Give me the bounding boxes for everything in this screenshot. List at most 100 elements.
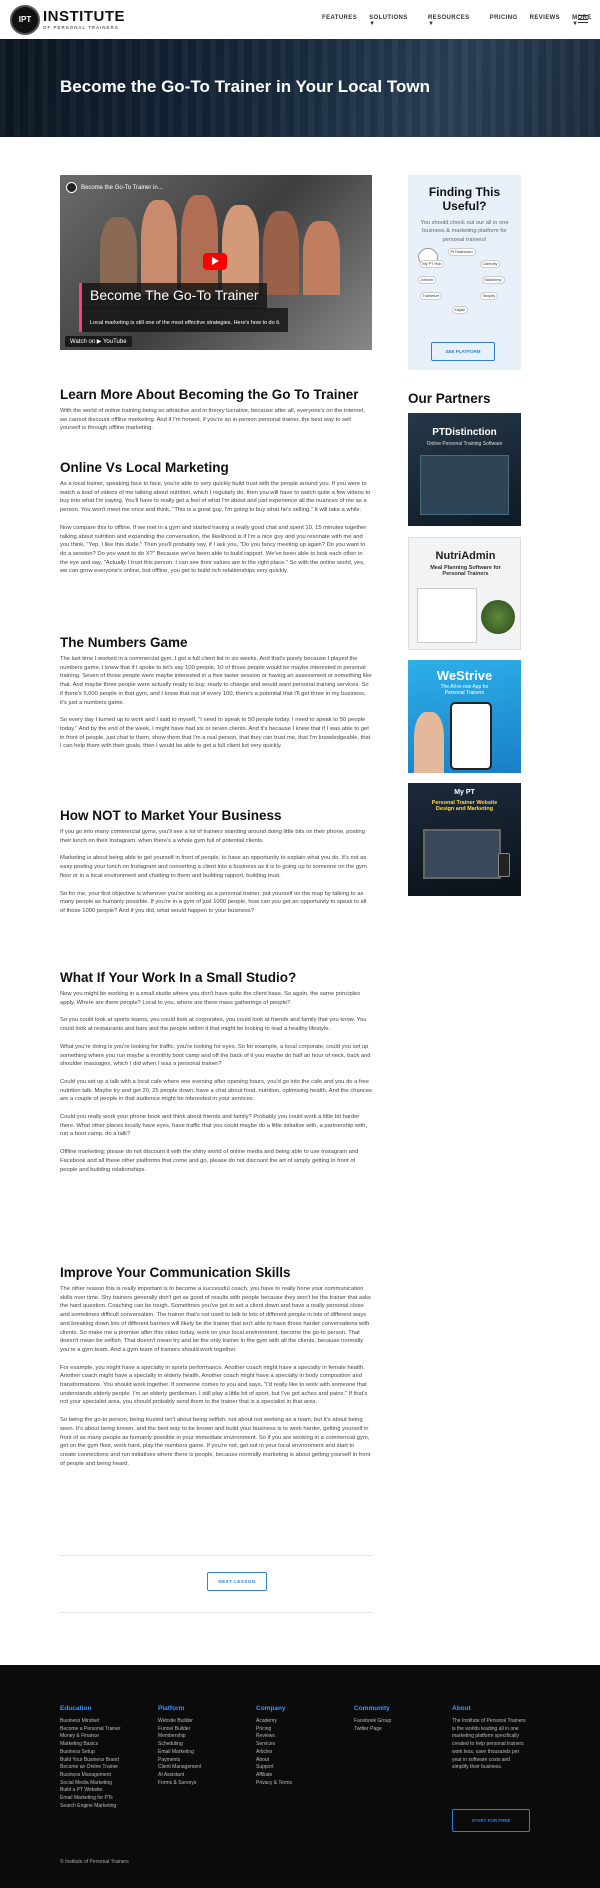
footer-link[interactable]: Client Management <box>158 1764 201 1772</box>
main-nav: FEATURES SOLUTIONS ▼ RESOURCES ▼ PRICING… <box>322 15 600 27</box>
site-header: IPT INSTITUTE OF PERSONAL TRAINERS FEATU… <box>0 0 600 39</box>
section-heading: Online Vs Local Marketing <box>60 460 229 475</box>
video-title[interactable]: Become the Go-To Trainer in... <box>66 182 163 193</box>
footer-col-platform: Platform Website Builder Funnel Builder … <box>158 1705 201 1787</box>
ad-screenshot <box>417 588 477 643</box>
ad-tagline: Meal Planning Software for Personal Trai… <box>430 565 501 577</box>
footer-col-company: Company Academy Pricing Reviews Services… <box>256 1705 292 1787</box>
footer-link[interactable]: About <box>256 1757 292 1765</box>
logo-main-text: INSTITUTE <box>43 7 125 25</box>
video-subcaption: Local marketing is still one of the most… <box>79 308 289 332</box>
paragraph: So being the go-to person, being trusted… <box>60 1417 371 1467</box>
partner-ad-nutriadmin[interactable]: NutriAdmin Meal Planning Software for Pe… <box>408 537 521 650</box>
nav-features[interactable]: FEATURES <box>322 15 357 27</box>
footer-link[interactable]: Twitter Page <box>354 1726 391 1734</box>
footer-link[interactable]: Search Engine Marketing <box>60 1803 121 1811</box>
partner-ad-ptdistinction[interactable]: PTDistinction Online Personal Training S… <box>408 413 521 526</box>
site-logo[interactable]: IPT INSTITUTE OF PERSONAL TRAINERS <box>10 4 125 35</box>
footer-link[interactable]: Social Media Marketing <box>60 1780 121 1788</box>
footer-link[interactable]: Email Marketing <box>158 1749 201 1757</box>
footer-link[interactable]: Build a PT Website <box>60 1787 121 1795</box>
footer-link[interactable]: Services <box>256 1741 292 1749</box>
footer-link[interactable]: Pricing <box>256 1726 292 1734</box>
see-platform-button[interactable]: SEE PLATFORM <box>431 342 495 361</box>
footer-link[interactable]: AI Assistant <box>158 1772 201 1780</box>
footer-link[interactable]: Marketing Basics <box>60 1741 121 1749</box>
ad-phone-image <box>450 702 492 770</box>
logo-badge: IPT <box>10 4 40 35</box>
integration-logo: Pt Distinction <box>447 247 476 256</box>
footer-link[interactable]: Money & Finance <box>60 1733 121 1741</box>
ad-person-image <box>414 712 444 773</box>
page-title: Become the Go-To Trainer in Your Local T… <box>60 77 430 96</box>
footer-heading: About <box>452 1705 471 1712</box>
site-footer: Education Business Mindset Become a Pers… <box>0 1665 600 1888</box>
footer-heading: Platform <box>158 1705 185 1712</box>
ad-brand: My PT <box>454 789 475 796</box>
footer-link[interactable]: Facebook Group <box>354 1718 391 1726</box>
article-section: Improve Your Communication Skills The ot… <box>60 1265 372 1477</box>
paragraph: Now compare this to offline. If we met i… <box>60 524 367 575</box>
footer-about-text: The Institute of Personal Trainers is th… <box>452 1718 526 1771</box>
play-button-icon[interactable] <box>203 253 227 270</box>
integration-logo: Mailchimp <box>481 275 505 284</box>
video-player[interactable]: Become the Go-To Trainer in... Become Th… <box>60 175 372 350</box>
nav-pricing[interactable]: PRICING <box>490 15 518 27</box>
footer-link[interactable]: Membership <box>158 1733 201 1741</box>
start-for-free-button[interactable]: START FOR FREE <box>452 1809 530 1832</box>
paragraph: Now you might be working in a small stud… <box>60 991 361 1006</box>
footer-link[interactable]: Email Marketing for PTs <box>60 1795 121 1803</box>
footer-link[interactable]: Business Mindset <box>60 1718 121 1726</box>
footer-link[interactable]: Website Builder <box>158 1718 201 1726</box>
nav-resources[interactable]: RESOURCES ▼ <box>428 15 478 27</box>
footer-link[interactable]: Payments <box>158 1757 201 1765</box>
partners-title: Our Partners <box>408 391 491 406</box>
channel-avatar <box>66 182 77 193</box>
paragraph: The last time I worked in a commercial g… <box>60 656 372 706</box>
footer-link[interactable]: Business Setup <box>60 1749 121 1757</box>
divider <box>60 1555 372 1556</box>
article-section: How NOT to Market Your Business If you g… <box>60 808 372 925</box>
article-section: Online Vs Local Marketing As a local tra… <box>60 460 372 585</box>
next-lesson-button[interactable]: NEXT LESSON <box>207 1572 267 1591</box>
partner-ad-westrive[interactable]: WeStrive The All-in-one App for Personal… <box>408 660 521 773</box>
divider <box>60 1612 372 1613</box>
article-section: What If Your Work In a Small Studio? Now… <box>60 970 372 1183</box>
footer-link[interactable]: Scheduling <box>158 1741 201 1749</box>
main-content: Become the Go-To Trainer in... Become Th… <box>60 175 372 1613</box>
integration-logo: Calendly <box>479 259 501 268</box>
integrations-graphic: Pt Distinction My PT Hub Calendly Jotfor… <box>417 247 512 318</box>
useful-title: Finding This Useful? <box>428 185 501 213</box>
footer-link[interactable]: Become a Personal Trainer <box>60 1726 121 1734</box>
footer-link[interactable]: Funnel Builder <box>158 1726 201 1734</box>
ad-tagline: Online Personal Training Software <box>426 441 503 447</box>
footer-heading: Company <box>256 1705 286 1712</box>
ad-phone-image <box>498 853 510 877</box>
watch-on-youtube-button[interactable]: Watch on ▶ YouTube <box>65 336 132 347</box>
logo-sub-text: OF PERSONAL TRAINERS <box>43 24 119 30</box>
hero-banner: Become the Go-To Trainer in Your Local T… <box>0 39 600 137</box>
article-section: Learn More About Becoming the Go To Trai… <box>60 387 372 442</box>
footer-link[interactable]: Articles <box>256 1749 292 1757</box>
ad-screenshot <box>420 455 509 515</box>
hamburger-menu-icon[interactable] <box>578 15 588 23</box>
integration-logo: Trainerize <box>419 291 443 300</box>
footer-link[interactable]: Academy <box>256 1718 292 1726</box>
paragraph: Could you set up a talk with a local caf… <box>60 1078 372 1103</box>
nav-solutions[interactable]: SOLUTIONS ▼ <box>369 15 416 27</box>
nav-reviews[interactable]: REVIEWS <box>530 15 560 27</box>
footer-link[interactable]: Become an Online Trainer <box>60 1764 121 1772</box>
footer-link[interactable]: Affiliate <box>256 1772 292 1780</box>
footer-link[interactable]: Privacy & Terms <box>256 1780 292 1788</box>
ad-brand: PTDistinction <box>432 427 497 438</box>
footer-link[interactable]: Support <box>256 1764 292 1772</box>
partner-ad-mypt[interactable]: My PT Personal Trainer Website Design an… <box>408 783 521 896</box>
footer-link[interactable]: Reviews <box>256 1733 292 1741</box>
footer-link[interactable]: Forms & Surveys <box>158 1780 201 1788</box>
useful-text: You should check out our all in one busi… <box>420 220 509 243</box>
footer-link[interactable]: Business Management <box>60 1772 121 1780</box>
footer-link[interactable]: Build Your Business Brand <box>60 1757 121 1765</box>
paragraph: Offline marketing; please do not discoun… <box>60 1149 359 1173</box>
paragraph: As a local trainer, speaking face to fac… <box>60 481 371 514</box>
paragraph: For example, you might have a specialty … <box>60 1364 368 1406</box>
